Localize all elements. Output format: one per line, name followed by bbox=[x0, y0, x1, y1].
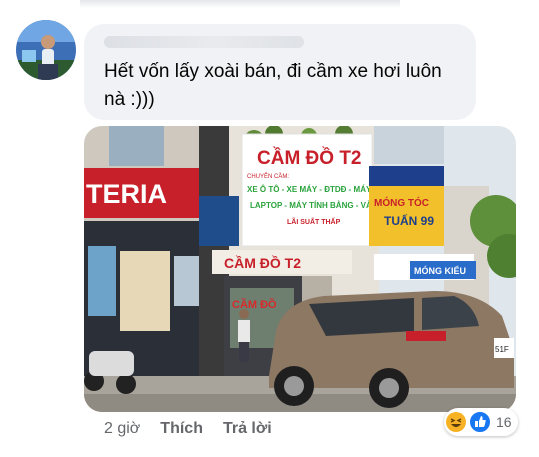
comment-actions: 2 giờ Thích Trả lời bbox=[104, 419, 292, 439]
previous-comment-edge bbox=[80, 0, 400, 8]
like-icon bbox=[468, 410, 492, 434]
avatar-image bbox=[16, 20, 76, 80]
right-sign-top: MÓNG TÓC bbox=[374, 196, 429, 209]
reaction-summary[interactable]: 16 bbox=[444, 408, 518, 436]
window-text: CẦM ĐỒ bbox=[232, 298, 277, 311]
commenter-avatar[interactable] bbox=[16, 20, 76, 80]
haha-icon bbox=[446, 412, 466, 432]
left-sign-text: TERIA bbox=[86, 179, 167, 209]
main-sign-subtitle: CHUYÊN CẦM: bbox=[247, 172, 289, 180]
right-sign-bottom: TUẤN 99 bbox=[384, 213, 434, 228]
reply-button[interactable]: Trả lời bbox=[223, 420, 272, 438]
like-button[interactable]: Thích bbox=[160, 420, 203, 438]
comment-timestamp[interactable]: 2 giờ bbox=[104, 420, 140, 438]
awning-sign-text: CẦM ĐỒ T2 bbox=[224, 254, 301, 271]
reaction-count: 16 bbox=[496, 414, 512, 430]
main-sign-title: CẦM ĐỒ T2 bbox=[257, 147, 362, 169]
car-plate: 51F bbox=[495, 345, 509, 354]
comment-photo[interactable]: TERIA CẦM ĐỒ T2 CHUYÊN CẦM: XE Ô TÔ - XE… bbox=[84, 126, 516, 412]
comment-text: Hết vốn lấy xoài bán, đi cầm xe hơi luôn… bbox=[104, 61, 442, 110]
pawn-shop-photo: TERIA CẦM ĐỒ T2 CHUYÊN CẦM: XE Ô TÔ - XE… bbox=[84, 126, 516, 412]
comment-bubble: Hết vốn lấy xoài bán, đi cầm xe hơi luôn… bbox=[84, 24, 476, 120]
far-right-sign: MÓNG KIỂU bbox=[414, 265, 466, 276]
author-name-blurred[interactable] bbox=[104, 36, 304, 48]
